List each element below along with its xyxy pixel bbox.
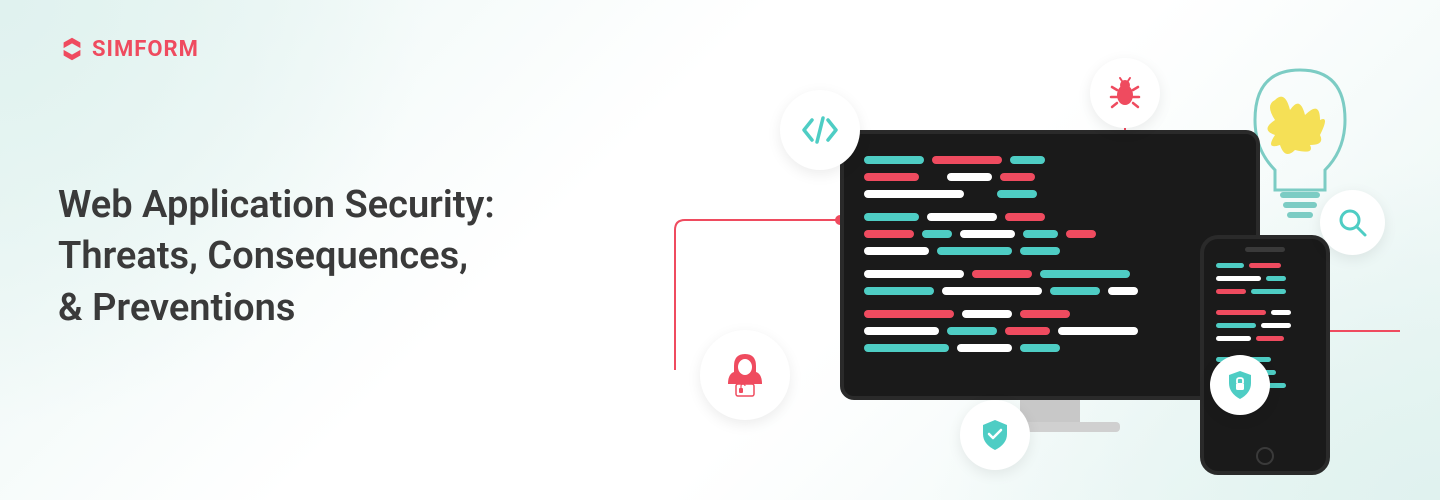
hero-illustration (660, 40, 1400, 480)
monitor-stand (1020, 400, 1080, 422)
code-line (1216, 310, 1314, 315)
bug-icon (1090, 58, 1160, 128)
brand-logo: SIMFORM (58, 35, 199, 63)
search-icon (1320, 190, 1385, 255)
code-icon (780, 90, 860, 170)
brand-name: SIMFORM (92, 37, 199, 62)
simform-logo-icon (58, 35, 86, 63)
code-line (864, 344, 1236, 352)
code-line (864, 327, 1236, 335)
code-line (864, 310, 1236, 318)
page-heading: Web Application Security: Threats, Conse… (58, 180, 495, 334)
hacker-icon (700, 330, 790, 420)
code-line (864, 190, 1236, 198)
code-line (864, 156, 1236, 164)
heading-line-2: Threats, Consequences, (58, 234, 468, 278)
heading-line-1: Web Application Security: (58, 183, 495, 227)
code-line (864, 173, 1236, 181)
desktop-monitor (840, 130, 1260, 440)
shield-lock-icon (1210, 355, 1270, 415)
smartphone (1200, 235, 1330, 475)
code-line (1216, 263, 1314, 268)
heading-text: Web Application Security: Threats, Conse… (58, 180, 495, 334)
code-line (1216, 276, 1314, 281)
code-line (864, 213, 1236, 221)
heading-line-3: & Preventions (58, 286, 295, 330)
code-line (864, 230, 1236, 238)
code-line (864, 287, 1236, 295)
code-line (864, 247, 1236, 255)
code-line (1216, 336, 1314, 341)
code-line (864, 270, 1236, 278)
connector-line-right (1320, 330, 1400, 332)
code-line (1216, 289, 1314, 294)
code-line (1216, 323, 1314, 328)
shield-check-icon (960, 400, 1030, 470)
monitor-screen (840, 130, 1260, 400)
